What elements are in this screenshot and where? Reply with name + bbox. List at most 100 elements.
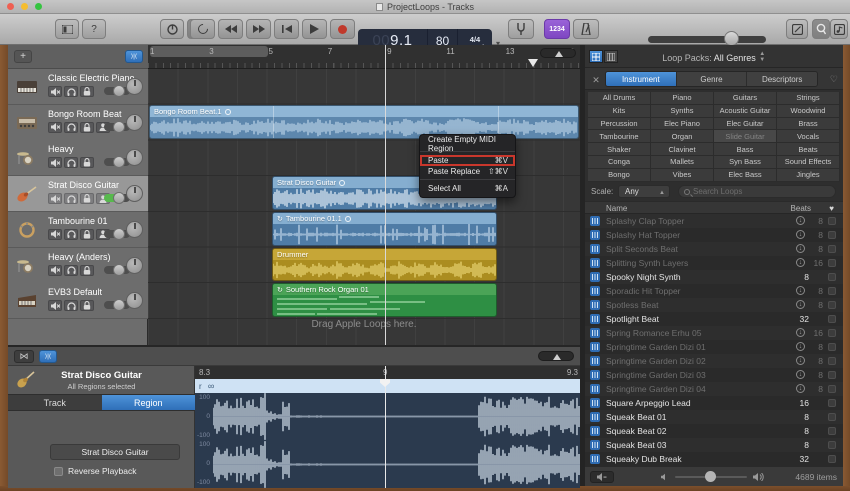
keyword-button[interactable]: Bass [714,143,777,156]
keyword-button[interactable]: Woodwind [777,104,840,118]
favorite-checkbox[interactable] [828,245,836,253]
loop-row[interactable]: Sporadic Hit Topper ↓ 8 [585,284,843,298]
keyword-button[interactable]: Slide Guitar [714,130,777,144]
keyword-button[interactable]: Elec Guitar [714,117,777,131]
favorite-checkbox[interactable] [828,455,836,463]
track-pan-knob[interactable] [126,292,143,310]
solo-button[interactable] [64,228,78,240]
editor-zoom-slider[interactable] [538,351,574,361]
keyword-button[interactable]: All Drums [588,92,651,105]
track-row[interactable]: Heavy (Anders) [8,247,148,284]
loop-row[interactable]: Splashy Hat Topper ↓ 8 [585,228,843,242]
loop-row[interactable]: Springtime Garden Dizi 01 ↓ 8 [585,340,843,354]
master-volume-knob[interactable] [724,31,739,46]
keyword-button[interactable]: Syn Bass [714,155,777,169]
track-pan-knob[interactable] [126,220,143,238]
region-name-button[interactable]: Strat Disco Guitar [50,444,180,460]
favorites-heart-icon[interactable]: ♡ [830,74,838,85]
keyword-button[interactable]: Jingles [777,168,840,182]
column-favorite-heart-icon[interactable]: ♥ [829,204,834,213]
record-button[interactable] [330,19,355,39]
scale-select[interactable]: Any▲▼ [618,185,670,208]
favorite-checkbox[interactable] [828,259,836,267]
loop-row[interactable]: Split Seconds Beat ↓ 8 [585,242,843,256]
playhead-marker[interactable] [528,59,538,67]
mute-button[interactable] [48,264,62,276]
add-track-button[interactable]: + [14,50,32,63]
loop-packs-selector[interactable]: Loop Packs: All Genres ▲ ▼ [585,51,843,63]
tab-region[interactable]: Region [101,395,195,410]
cycle-button[interactable] [190,19,215,39]
track-volume-knob[interactable] [113,156,125,169]
favorite-checkbox[interactable] [828,343,836,351]
tab-descriptors[interactable]: Descriptors [747,72,817,86]
track-row[interactable]: Bongo Room Beat [8,104,148,141]
track-pan-knob[interactable] [126,149,143,167]
favorite-checkbox[interactable] [828,329,836,337]
loop-row[interactable]: Spring Romance Erhu 05 ↓ 16 [585,326,843,340]
reverse-playback-checkbox[interactable] [54,466,63,476]
favorite-checkbox[interactable] [828,315,836,323]
favorite-checkbox[interactable] [828,441,836,449]
note-pads-button[interactable] [786,19,808,39]
favorite-checkbox[interactable] [828,427,836,435]
editor-ruler[interactable]: 8.3 9 9.3 [195,366,580,379]
fast-forward-button[interactable] [246,19,271,39]
go-to-beginning-button[interactable] [274,19,299,39]
loop-row[interactable]: Splashy Clap Topper ↓ 8 [585,214,843,228]
track-volume-knob[interactable] [113,299,125,312]
bar-ruler[interactable]: 13579111315 [148,45,580,69]
keyword-button[interactable]: Organ [651,130,714,144]
loop-row[interactable]: Springtime Garden Dizi 03 ↓ 8 [585,368,843,382]
keyword-button[interactable]: Elec Bass [714,168,777,182]
lock-button[interactable] [80,193,94,205]
solo-button[interactable] [64,86,78,97]
tab-genre[interactable]: Genre [676,72,748,86]
keyword-button[interactable]: Brass [777,117,840,131]
keyword-button[interactable]: Guitars [714,92,777,105]
keyword-button[interactable]: Bongo [588,168,651,182]
track-row[interactable]: EVB3 Default [8,283,148,320]
keyword-button[interactable]: Clavinet [651,143,714,156]
track-pan-knob[interactable] [126,256,143,274]
keyword-button[interactable]: Tambourine [588,130,651,144]
mute-button[interactable] [48,86,62,97]
search-field[interactable] [678,185,836,198]
solo-button[interactable] [64,264,78,276]
lock-button[interactable] [80,264,94,276]
solo-button[interactable] [64,121,78,133]
favorite-checkbox[interactable] [828,371,836,379]
lock-button[interactable] [80,121,94,133]
keyword-button[interactable]: Acoustic Guitar [714,104,777,118]
favorite-checkbox[interactable] [828,385,836,393]
arrangement-area[interactable]: Bongo Room Beat.1 Strat Disco Guitar ↻ Ta… [148,69,580,345]
keyword-button[interactable]: Vibes [651,168,714,182]
loop-row[interactable]: Spooky Night Synth 8 [585,270,843,284]
track-volume-knob[interactable] [113,192,125,205]
loop-row[interactable]: Square Arpeggio Lead 16 [585,396,843,410]
preview-mute-button[interactable] [590,471,614,483]
editor-waveform-area[interactable]: 100 0 -100 100 0 -100 [195,393,580,488]
track-row[interactable]: Classic Electric Piano [8,69,148,105]
editor-mode-button[interactable]: ⋈ [14,350,34,363]
keyword-button[interactable]: Mallets [651,155,714,169]
keyword-button[interactable]: Kits [588,104,651,118]
keyword-button[interactable]: Sound Effects [777,155,840,169]
metronome-button[interactable] [573,19,599,39]
track-pan-knob[interactable] [126,113,143,131]
keyword-button[interactable]: Percussion [588,117,651,131]
solo-button[interactable] [64,157,78,169]
keyword-button[interactable]: Strings [777,92,840,105]
keyword-button[interactable]: Beats [777,143,840,156]
track-pan-knob[interactable] [126,78,143,95]
loop-row[interactable]: Spotlight Beat 32 [585,312,843,326]
quick-help-button[interactable]: ? [82,19,106,39]
track-row[interactable]: Heavy [8,140,148,177]
favorite-checkbox[interactable] [828,357,836,365]
favorite-checkbox[interactable] [828,287,836,295]
tab-instrument[interactable]: Instrument [606,72,677,86]
tab-track[interactable]: Track [8,395,102,410]
media-browser-button[interactable] [830,19,848,39]
mute-button[interactable] [48,157,62,169]
loop-row[interactable]: Splitting Synth Layers ↓ 16 [585,256,843,270]
